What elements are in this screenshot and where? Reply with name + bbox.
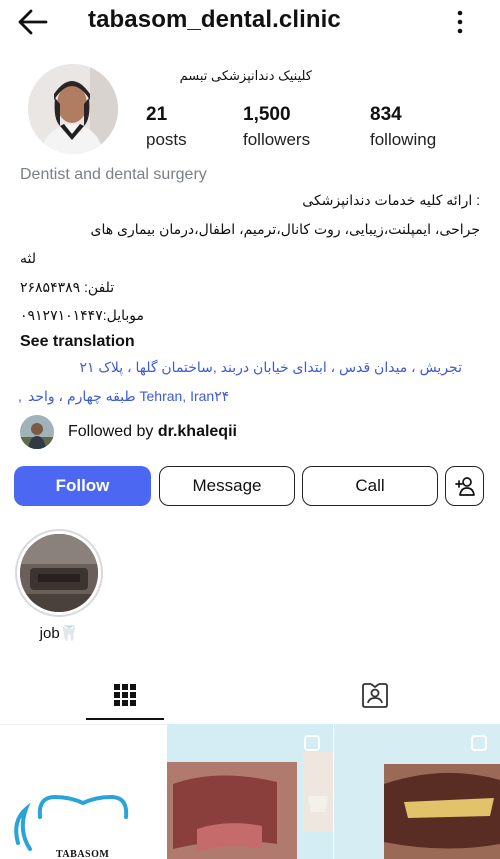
tab-posts-grid[interactable] — [0, 668, 250, 722]
post-image — [334, 724, 500, 859]
stat-posts-label: posts — [146, 130, 187, 149]
profile-full-name: کلینیک دندانپزشکی تبسم — [179, 68, 312, 83]
profile-username: tabasom_dental.clinic — [88, 6, 341, 33]
message-button[interactable]: Message — [159, 466, 295, 506]
tagged-person-icon — [362, 683, 388, 708]
active-tab-indicator — [86, 718, 164, 720]
top-bar: tabasom_dental.clinic — [0, 0, 500, 44]
person-plus-icon — [454, 477, 475, 496]
post-tile[interactable]: TABASOM — [0, 724, 166, 859]
profile-tabs — [0, 668, 500, 722]
stat-followers-label: followers — [243, 130, 311, 149]
bio-line: موبایل:۰۹۱۲۷۱۰۱۴۴۷ — [20, 307, 145, 323]
stat-following-value: 834 — [370, 104, 402, 125]
stat-following[interactable]: 834 following — [370, 104, 436, 150]
stat-followers-value: 1,500 — [243, 104, 291, 125]
see-translation-link[interactable]: See translation — [20, 333, 135, 351]
post-tile[interactable] — [167, 724, 333, 859]
story-highlight[interactable] — [15, 529, 103, 617]
bio-line: تلفن: ۲۶۸۵۴۳۸۹ — [20, 279, 115, 295]
follow-button[interactable]: Follow — [14, 466, 151, 506]
post-tile[interactable] — [334, 724, 500, 859]
stat-posts[interactable]: 21 posts — [146, 104, 187, 150]
bio-line: لثه — [20, 250, 36, 266]
address-line[interactable]: , — [18, 388, 22, 404]
highlight-label: job🦷 — [39, 625, 79, 642]
followed-by-text: Followed by dr.khaleqii — [68, 423, 237, 441]
address-line[interactable]: Tehran, Iran۲۴ طبقه چهارم ، واحد — [28, 388, 229, 405]
logo-text: TABASOM — [56, 849, 110, 859]
stat-posts-value: 21 — [146, 104, 168, 125]
followed-by-prefix: Followed by — [68, 423, 158, 440]
stat-followers[interactable]: 1,500 followers — [243, 104, 310, 150]
bio-line: جراحی، ایمپلنت،زیبایی، روت کانال،ترمیم، … — [90, 221, 481, 237]
follower-avatar — [20, 415, 54, 449]
arrow-left-icon[interactable] — [16, 8, 50, 36]
followed-by-username[interactable]: dr.khaleqii — [158, 423, 237, 440]
highlight-cover — [20, 534, 98, 612]
clinic-logo-icon — [14, 794, 129, 851]
stat-following-label: following — [370, 130, 437, 149]
bio-line: : ارائه کلیه خدمات دندانپزشکی — [302, 192, 480, 208]
post-image — [167, 724, 333, 859]
profile-category: Dentist and dental surgery — [20, 166, 207, 183]
tab-tagged[interactable] — [250, 668, 500, 722]
posts-grid: TABASOM — [0, 724, 500, 859]
add-user-button[interactable] — [445, 466, 484, 506]
vertical-dots-icon[interactable] — [450, 10, 470, 34]
call-button[interactable]: Call — [302, 466, 438, 506]
followed-by[interactable]: Followed by dr.khaleqii — [20, 414, 237, 450]
profile-avatar[interactable] — [28, 64, 118, 154]
address-line[interactable]: تجریش ، میدان قدس ، ابتدای خیابان دربند … — [79, 359, 462, 376]
grid-icon — [114, 684, 136, 706]
